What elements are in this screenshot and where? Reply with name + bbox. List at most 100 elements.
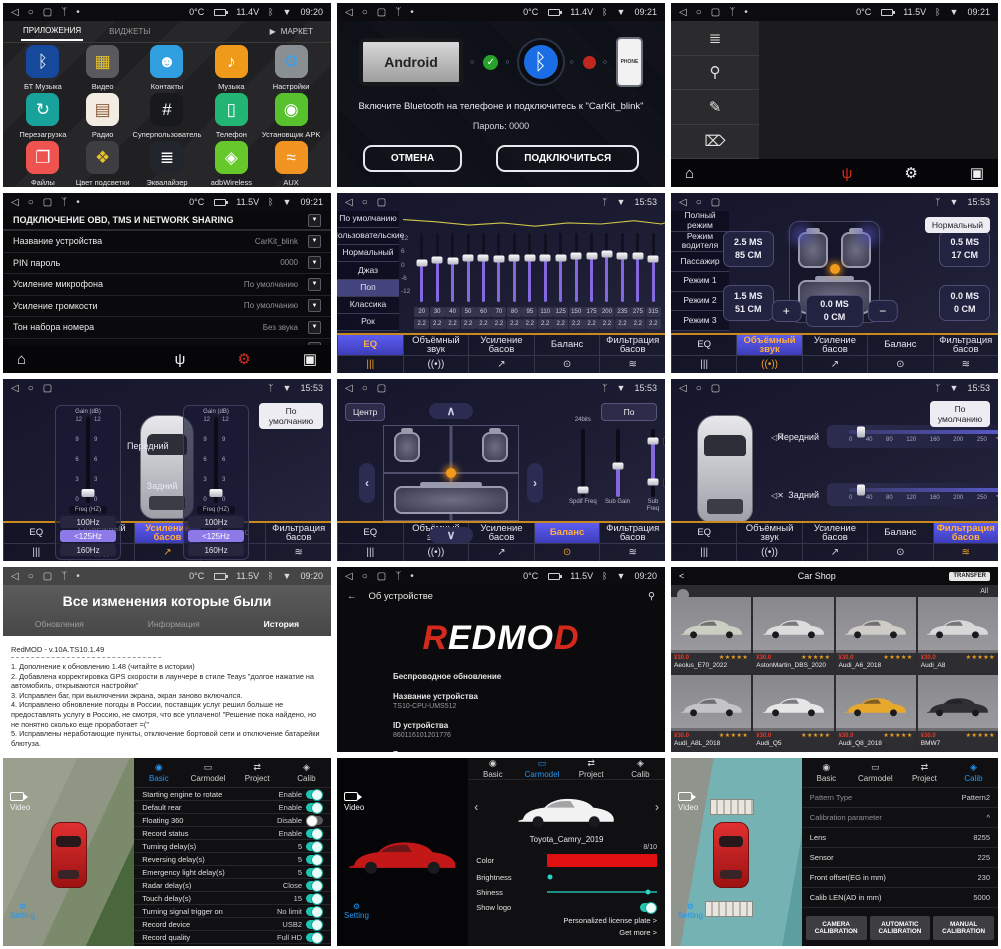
rear-filter-slider[interactable]: ◁✕ ◁) 04080120160200250 (Гц) bbox=[827, 483, 1001, 506]
audio-tab[interactable]: EQ ||| bbox=[337, 523, 403, 561]
toggle-switch[interactable] bbox=[306, 881, 323, 890]
audio-tab[interactable]: Баланс ⊙ bbox=[534, 335, 600, 373]
search-icon[interactable]: ⚲ bbox=[648, 591, 655, 602]
tab-updates[interactable]: Обновления bbox=[35, 619, 84, 629]
freq-option[interactable]: 160Hz bbox=[188, 544, 244, 556]
app-shortcut[interactable]: ≣ Эквалайзер bbox=[133, 141, 202, 187]
default-button[interactable]: По умолчанию bbox=[930, 401, 990, 427]
eq-band-handle[interactable] bbox=[509, 254, 520, 261]
audio-tab[interactable]: Фильтрация басов ≋ bbox=[933, 523, 998, 561]
home-circle-icon[interactable]: ○ bbox=[696, 7, 702, 18]
delay-plus-button[interactable]: + bbox=[771, 300, 801, 322]
car-card[interactable]: ¥30.0★★★★★ Audi_A6_2018 bbox=[836, 597, 916, 673]
car-card[interactable]: ¥30.0★★★★★ Audi_A8 bbox=[918, 597, 998, 673]
sound-mode-item[interactable]: Режим 1 bbox=[671, 272, 729, 292]
back-icon[interactable]: ◁ bbox=[679, 197, 687, 208]
back-icon[interactable]: ◁ bbox=[11, 7, 19, 18]
cam-tab[interactable]: ◈ Calib bbox=[949, 758, 998, 787]
dropdown-icon[interactable]: ▼ bbox=[308, 214, 321, 227]
about-item[interactable]: Название устройства TS10-CPU-UMS512 bbox=[393, 692, 665, 710]
eq-band-handle[interactable] bbox=[540, 254, 551, 261]
cam-tab[interactable]: ◈ Calib bbox=[282, 758, 331, 787]
audio-tab[interactable]: Усиление басов ↗ bbox=[802, 335, 867, 373]
tab-info[interactable]: Информация bbox=[148, 619, 200, 629]
transfer-button[interactable]: TRANSFER bbox=[949, 572, 990, 581]
car-card[interactable]: ¥30.0★★★★★ Audi_Q8_2018 bbox=[836, 675, 916, 751]
tool-sidebar-item[interactable]: ⌦ bbox=[671, 125, 759, 160]
home-icon[interactable]: ⌂ bbox=[685, 165, 694, 182]
settings-row[interactable]: Starting engine to rotate Enable bbox=[134, 788, 331, 801]
eq-band-slider[interactable] bbox=[590, 233, 593, 302]
market-link[interactable]: ▶МАРКЕТ bbox=[270, 27, 313, 36]
app-shortcut[interactable]: ≈ AUX bbox=[261, 141, 321, 187]
cam-tab[interactable]: ▭ Carmodel bbox=[517, 758, 566, 779]
dropdown-icon[interactable]: ▼ bbox=[308, 299, 321, 312]
settings-row[interactable]: Default rear Enable bbox=[134, 801, 331, 814]
app-shortcut[interactable]: ↻ Перезагрузка bbox=[13, 93, 73, 139]
normal-mode-button[interactable]: Нормальный bbox=[925, 217, 990, 233]
delay-rear-left[interactable]: 1.5 MS51 CM bbox=[723, 285, 774, 321]
eq-band-handle[interactable] bbox=[493, 255, 504, 262]
home-circle-icon[interactable]: ○ bbox=[362, 7, 368, 18]
home-circle-icon[interactable]: ○ bbox=[696, 383, 702, 394]
eq-band-handle[interactable] bbox=[648, 255, 659, 262]
cam-tab[interactable]: ◉ Basic bbox=[468, 758, 517, 779]
dropdown-icon[interactable]: ▼ bbox=[308, 256, 321, 269]
settings-row[interactable]: Усиление микрофона По умолчанию ▼ bbox=[3, 274, 331, 296]
app-shortcut[interactable]: ❐ Файлы bbox=[13, 141, 73, 187]
settings-row[interactable]: Усиление громкости По умолчанию ▼ bbox=[3, 296, 331, 318]
setting-label[interactable]: ⚙Setting bbox=[678, 902, 703, 920]
audio-tab[interactable]: Усиление басов ↗ bbox=[802, 523, 867, 561]
home-circle-icon[interactable]: ○ bbox=[28, 197, 34, 208]
recents-icon[interactable]: ▢ bbox=[377, 197, 386, 208]
calibration-row[interactable]: Pattern Type Pattern2 bbox=[802, 788, 998, 808]
eq-band-handle[interactable] bbox=[617, 253, 628, 260]
eq-band-slider[interactable] bbox=[544, 233, 547, 302]
default-button[interactable]: По умолчанию bbox=[601, 403, 657, 421]
eq-band-slider[interactable] bbox=[605, 233, 608, 302]
eq-band-slider[interactable] bbox=[621, 233, 624, 302]
recents-icon[interactable]: ▢ bbox=[377, 7, 386, 18]
calibration-row[interactable]: Sensor 225 bbox=[802, 848, 998, 868]
dropdown-icon[interactable]: ▼ bbox=[308, 235, 321, 248]
eq-band-handle[interactable] bbox=[571, 252, 582, 259]
freq-option[interactable]: 100Hz bbox=[188, 516, 244, 528]
show-logo-row[interactable]: Show logo bbox=[468, 900, 665, 915]
settings-row[interactable]: Emergency light delay(s) 5 bbox=[134, 866, 331, 879]
settings-row[interactable]: Touch delay(s) 15 bbox=[134, 892, 331, 905]
audio-tab[interactable]: Баланс ⊙ bbox=[867, 335, 932, 373]
screenshot-icon[interactable]: ▣ bbox=[970, 164, 984, 182]
front-filter-slider[interactable]: ◁✕ ◁) 04080120160200250 (Гц) bbox=[827, 425, 1001, 448]
center-button[interactable]: Центр bbox=[345, 403, 385, 421]
app-shortcut[interactable]: ❖ Цвет подсветки bbox=[73, 141, 133, 187]
mute-icon[interactable]: ◁✕ bbox=[771, 433, 784, 442]
toggle-switch[interactable] bbox=[306, 855, 323, 864]
app-shortcut[interactable]: ☻ Контакты bbox=[133, 45, 202, 91]
app-shortcut[interactable]: ▯ Телефон bbox=[201, 93, 261, 139]
tab-widgets[interactable]: ВИДЖЕТЫ bbox=[109, 27, 150, 36]
back-icon[interactable]: ◁ bbox=[345, 383, 353, 394]
eq-preset-item[interactable]: Рок bbox=[337, 314, 399, 331]
toggle-switch[interactable] bbox=[306, 894, 323, 903]
cam-tab[interactable]: ⇄ Project bbox=[567, 758, 616, 779]
settings-row[interactable]: Record quality Full HD bbox=[134, 931, 331, 944]
settings-row[interactable]: Название устройства CarKit_blink ▼ bbox=[3, 231, 331, 253]
show-logo-toggle[interactable] bbox=[640, 903, 657, 912]
calibration-button[interactable]: AUTOMATIC CALIBRATION bbox=[870, 916, 931, 940]
settings-row[interactable]: PIN пароль 0000 ▼ bbox=[3, 253, 331, 275]
back-icon[interactable]: ◁ bbox=[345, 7, 353, 18]
eq-band-handle[interactable] bbox=[586, 253, 597, 260]
calibration-row[interactable]: Front offset(EG in mm) 230 bbox=[802, 868, 998, 888]
gain-slider[interactable] bbox=[214, 417, 218, 503]
eq-preset-item[interactable]: Нормальный bbox=[337, 245, 399, 262]
audio-tab[interactable]: Усиление басов ↗ bbox=[468, 335, 534, 373]
eq-preset-item[interactable]: Поп bbox=[337, 280, 399, 297]
back-icon[interactable]: ◁ bbox=[11, 383, 19, 394]
gain-slider[interactable] bbox=[86, 417, 90, 503]
sub-freq-slider[interactable]: Sub Freq bbox=[641, 417, 665, 513]
recents-icon[interactable]: ▢ bbox=[711, 197, 720, 208]
eq-band-slider[interactable] bbox=[451, 233, 454, 302]
arrow-up-button[interactable]: ∧ bbox=[429, 403, 473, 419]
back-icon[interactable]: ◁ bbox=[679, 7, 687, 18]
get-more-link[interactable]: Get more > bbox=[476, 927, 657, 940]
